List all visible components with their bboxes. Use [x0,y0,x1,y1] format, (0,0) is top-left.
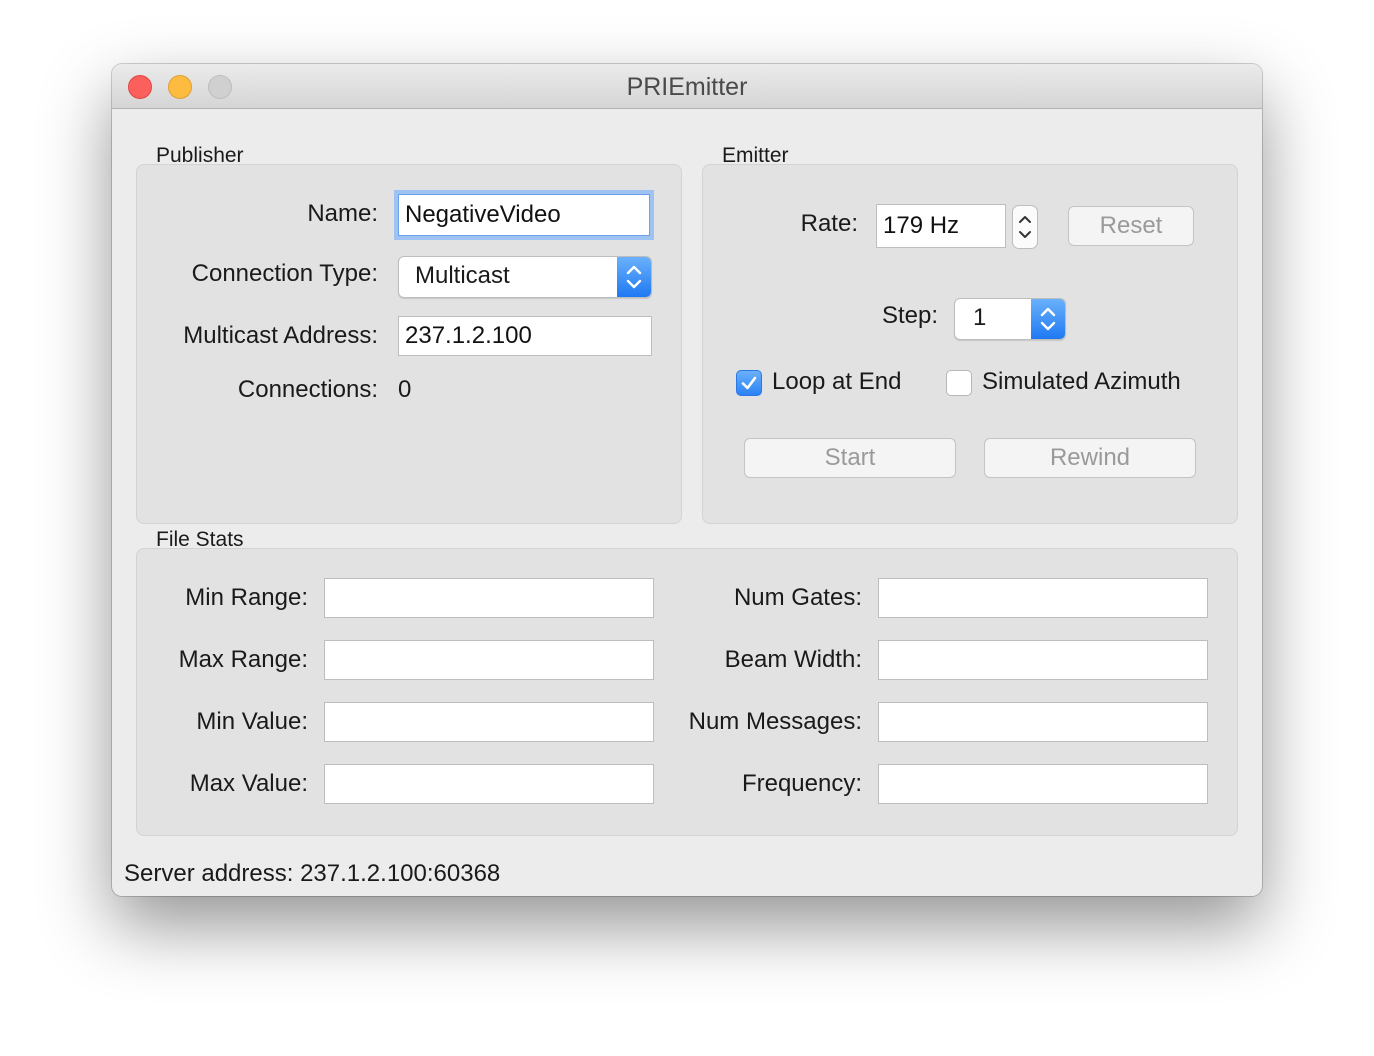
app-window: PRIEmitter Publisher Name: Connection Ty… [112,64,1262,896]
beam-width-field[interactable] [878,640,1208,680]
rate-field[interactable] [876,204,1006,248]
max-range-label: Max Range: [178,646,308,673]
chevron-updown-icon [1031,299,1065,339]
step-value: 1 [973,304,987,331]
num-messages-field[interactable] [878,702,1208,742]
connection-type-value: Multicast [415,262,510,289]
multicast-address-label: Multicast Address: [183,322,378,349]
loop-at-end-checkbox[interactable] [736,370,762,396]
step-label: Step: [881,302,938,329]
window-title: PRIEmitter [626,73,748,101]
rate-stepper[interactable] [1012,205,1038,249]
name-field[interactable] [398,194,650,236]
num-gates-field[interactable] [878,578,1208,618]
title-bar[interactable]: PRIEmitter [112,64,1262,109]
reset-button[interactable]: Reset [1068,206,1194,246]
num-gates-label: Num Gates: [733,584,862,611]
max-value-label: Max Value: [189,770,308,797]
start-button[interactable]: Start [744,438,956,478]
simulated-azimuth-label[interactable]: Simulated Azimuth [982,368,1181,396]
checkmark-icon [741,376,757,390]
min-range-label: Min Range: [185,584,308,611]
connection-type-label: Connection Type: [191,260,378,287]
min-value-field[interactable] [324,702,654,742]
min-range-field[interactable] [324,578,654,618]
name-label: Name: [307,200,378,227]
frequency-field[interactable] [878,764,1208,804]
multicast-address-field[interactable] [398,316,652,356]
server-address-status: Server address: 237.1.2.100:60368 [124,860,501,887]
stepper-arrows-icon [1019,216,1031,238]
connections-value: 0 [398,376,412,403]
min-value-label: Min Value: [196,708,308,735]
loop-at-end-label[interactable]: Loop at End [772,368,901,396]
chevron-updown-icon [617,257,651,297]
num-messages-label: Num Messages: [688,708,862,735]
beam-width-label: Beam Width: [724,646,862,673]
step-popup[interactable]: 1 [954,298,1066,340]
rate-label: Rate: [800,210,858,237]
rewind-button[interactable]: Rewind [984,438,1196,478]
max-value-field[interactable] [324,764,654,804]
frequency-label: Frequency: [741,770,862,797]
max-range-field[interactable] [324,640,654,680]
connection-type-popup[interactable]: Multicast [398,256,652,298]
connections-label: Connections: [237,376,378,403]
simulated-azimuth-checkbox[interactable] [946,370,972,396]
